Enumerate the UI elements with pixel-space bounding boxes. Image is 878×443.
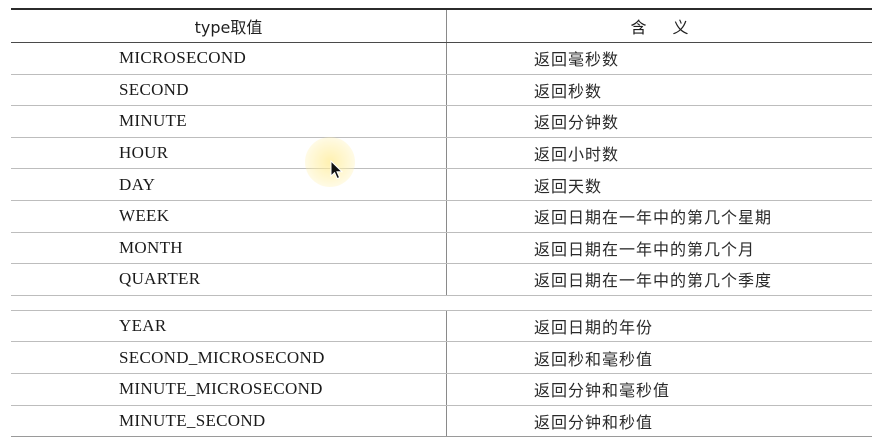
type-cell: MONTH xyxy=(11,233,446,264)
meaning-value: 返回日期在一年中的第几个月 xyxy=(534,239,756,259)
table-row: WEEK 返回日期在一年中的第几个星期 xyxy=(11,200,872,233)
meaning-cell: 返回日期在一年中的第几个星期 xyxy=(446,200,872,232)
table-row: MICROSECOND 返回毫秒数 xyxy=(11,43,872,75)
type-cell: QUARTER xyxy=(11,264,446,295)
table-header-row: type取值 含义 xyxy=(11,10,872,43)
document-page: type取值 含义 MICROSECOND 返回毫秒数 SECOND 返回秒数 … xyxy=(0,0,878,443)
type-cell: MINUTE_MICROSECOND xyxy=(11,374,446,405)
type-value: MONTH xyxy=(119,237,183,257)
table-row: HOUR 返回小时数 xyxy=(11,137,872,170)
type-value: SECOND xyxy=(119,79,189,99)
meaning-value: 返回分钟和秒值 xyxy=(534,412,654,432)
type-values-table: type取值 含义 MICROSECOND 返回毫秒数 SECOND 返回秒数 … xyxy=(11,8,872,438)
type-value: MICROSECOND xyxy=(119,48,247,68)
meaning-value: 返回天数 xyxy=(534,176,603,196)
type-cell: HOUR xyxy=(11,138,446,169)
meaning-cell: 返回分钟和秒值 xyxy=(446,405,872,437)
table-row: MONTH 返回日期在一年中的第几个月 xyxy=(11,232,872,265)
meaning-cell: 返回分钟数 xyxy=(446,106,872,137)
type-value: HOUR xyxy=(119,143,169,163)
table-row: MINUTE 返回分钟数 xyxy=(11,106,872,138)
meaning-value: 返回小时数 xyxy=(534,145,620,165)
type-value: WEEK xyxy=(119,206,170,226)
type-cell: YEAR xyxy=(11,311,446,342)
type-value: MINUTE xyxy=(119,111,187,131)
meaning-value: 返回秒和毫秒值 xyxy=(534,349,654,369)
type-value: QUARTER xyxy=(119,269,201,289)
type-cell: MINUTE_SECOND xyxy=(11,406,446,437)
header-meaning-label: 含义 xyxy=(630,18,715,37)
type-cell: WEEK xyxy=(11,201,446,232)
meaning-cell: 返回天数 xyxy=(446,169,872,200)
mouse-pointer-icon xyxy=(330,160,344,180)
type-value: YEAR xyxy=(119,316,167,336)
type-value: MINUTE_MICROSECOND xyxy=(119,379,323,399)
meaning-value: 返回日期在一年中的第几个星期 xyxy=(534,208,773,228)
meaning-value: 返回日期在一年中的第几个季度 xyxy=(534,271,773,291)
meaning-cell: 返回秒和毫秒值 xyxy=(446,342,872,373)
table-row: QUARTER 返回日期在一年中的第几个季度 xyxy=(11,264,872,296)
table-row: SECOND_MICROSECOND 返回秒和毫秒值 xyxy=(11,342,872,374)
meaning-cell: 返回日期在一年中的第几个季度 xyxy=(446,264,872,295)
meaning-value: 返回日期的年份 xyxy=(534,318,654,338)
type-value: MINUTE_SECOND xyxy=(119,410,266,430)
table-row: SECOND 返回秒数 xyxy=(11,74,872,107)
meaning-cell: 返回秒数 xyxy=(446,74,872,106)
type-cell: MINUTE xyxy=(11,106,446,137)
type-cell: SECOND_MICROSECOND xyxy=(11,342,446,373)
meaning-value: 返回毫秒数 xyxy=(534,50,620,70)
meaning-cell: 返回小时数 xyxy=(446,137,872,169)
header-type-label: type取值 xyxy=(194,18,263,37)
meaning-value: 返回秒数 xyxy=(534,81,603,101)
meaning-cell: 返回日期在一年中的第几个月 xyxy=(446,232,872,264)
meaning-cell: 返回日期的年份 xyxy=(446,310,872,342)
table-row: YEAR 返回日期的年份 xyxy=(11,310,872,343)
table-row: MINUTE_SECOND 返回分钟和秒值 xyxy=(11,405,872,438)
type-value: SECOND_MICROSECOND xyxy=(119,347,325,367)
header-cell-type: type取值 xyxy=(11,10,446,42)
table-row: DAY 返回天数 xyxy=(11,169,872,201)
header-cell-meaning: 含义 xyxy=(446,10,872,42)
page-break-gap xyxy=(11,296,872,311)
table-row: MINUTE_MICROSECOND 返回分钟和毫秒值 xyxy=(11,373,872,406)
type-cell: MICROSECOND xyxy=(11,43,446,74)
meaning-cell: 返回分钟和毫秒值 xyxy=(446,373,872,405)
meaning-cell: 返回毫秒数 xyxy=(446,43,872,74)
type-value: DAY xyxy=(119,174,156,194)
type-cell: DAY xyxy=(11,169,446,200)
meaning-value: 返回分钟和毫秒值 xyxy=(534,381,671,401)
type-cell: SECOND xyxy=(11,75,446,106)
meaning-value: 返回分钟数 xyxy=(534,113,620,133)
